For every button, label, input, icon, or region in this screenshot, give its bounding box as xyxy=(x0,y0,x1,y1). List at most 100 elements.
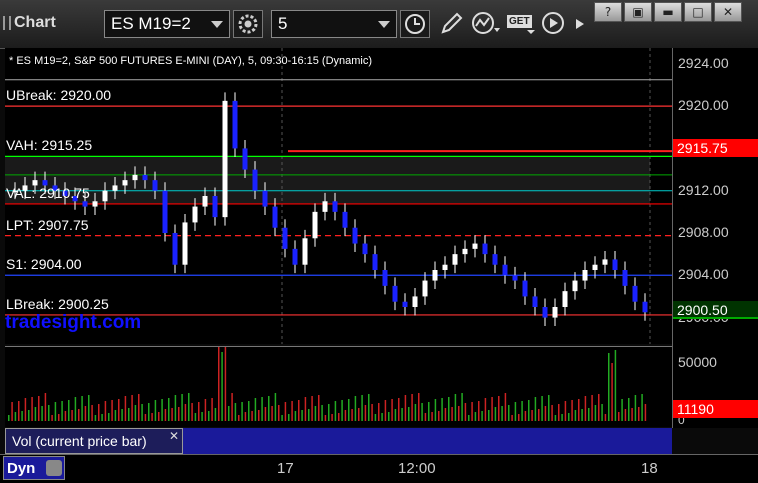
volume-bar xyxy=(21,411,23,421)
volume-bar xyxy=(354,396,357,421)
settings-button[interactable] xyxy=(233,10,263,38)
maximize-button[interactable]: □ xyxy=(684,2,712,22)
volume-bar xyxy=(188,393,190,421)
volume-bar xyxy=(584,396,587,421)
volume-bar xyxy=(464,403,467,421)
volume-bar xyxy=(138,394,140,421)
get-icon: GET xyxy=(507,15,532,28)
get-data-button[interactable]: GET xyxy=(505,10,537,38)
dynamic-button[interactable]: Dyn xyxy=(3,456,65,480)
candle-body xyxy=(452,254,458,265)
volume-bar xyxy=(324,415,327,421)
close-icon: ✕ xyxy=(722,5,734,19)
volume-bar xyxy=(438,411,440,421)
minimize-button[interactable]: ▬ xyxy=(654,2,682,22)
volume-bar xyxy=(44,393,47,421)
volume-bar xyxy=(184,404,187,421)
volume-bar xyxy=(471,402,473,421)
volume-bar xyxy=(468,415,470,421)
volume-bar xyxy=(558,404,560,421)
volume-bar xyxy=(74,397,77,421)
symbol-dropdown[interactable]: ES M19=2 xyxy=(104,10,230,38)
close-button[interactable]: ✕ xyxy=(714,2,742,22)
volume-bar xyxy=(174,395,177,421)
volume-bar xyxy=(484,398,487,421)
volume-bar xyxy=(311,396,313,421)
volume-bar xyxy=(418,393,420,421)
time-label: 12:00 xyxy=(398,460,436,477)
time-button[interactable] xyxy=(400,10,430,38)
volume-bar xyxy=(114,410,117,421)
candle-body xyxy=(472,243,478,249)
volume-bar xyxy=(388,412,390,421)
volume-bar xyxy=(488,410,490,421)
volume-bar xyxy=(288,414,290,421)
volume-bar xyxy=(241,402,243,421)
candle-body xyxy=(162,190,168,233)
volume-bar xyxy=(141,404,143,421)
chevron-down-icon xyxy=(378,21,390,28)
candle-body xyxy=(642,301,648,313)
chevron-down-icon xyxy=(527,30,535,34)
volume-bar xyxy=(524,411,527,421)
volume-bar xyxy=(31,397,33,421)
volume-plot[interactable] xyxy=(5,346,672,427)
close-icon[interactable]: ✕ xyxy=(169,429,179,443)
candle-body xyxy=(432,270,438,281)
candle-body xyxy=(382,270,388,286)
volume-bar xyxy=(421,403,423,421)
volume-bar xyxy=(221,352,223,421)
volume-bar xyxy=(284,402,287,421)
volume-bar xyxy=(258,410,260,421)
volume-bar xyxy=(134,405,137,421)
volume-panel-label: Vol (current price bar) xyxy=(12,433,147,449)
candle-body xyxy=(302,238,308,265)
candle-body xyxy=(622,270,628,286)
grip-icon[interactable] xyxy=(3,16,11,30)
volume-panel-tab[interactable]: Vol (current price bar) ✕ xyxy=(5,428,183,454)
candle-body xyxy=(92,201,98,207)
volume-bar xyxy=(351,409,353,421)
candle-body xyxy=(102,190,108,202)
indicator-button[interactable] xyxy=(470,10,500,38)
volume-bar xyxy=(91,405,93,421)
volume-bar xyxy=(521,401,523,421)
volume-bar xyxy=(321,405,323,421)
volume-bar xyxy=(424,413,427,421)
volume-bar xyxy=(564,401,567,421)
volume-bar xyxy=(18,401,20,421)
volume-tag: 11190 xyxy=(673,400,758,418)
volume-bar xyxy=(238,415,240,421)
help-button[interactable]: ? xyxy=(594,2,622,22)
volume-bar xyxy=(58,414,60,421)
volume-bar xyxy=(251,411,253,421)
volume-bar xyxy=(548,395,550,421)
draw-button[interactable] xyxy=(437,10,467,38)
pencil-icon xyxy=(441,12,463,34)
candle-body xyxy=(552,307,558,318)
play-button[interactable] xyxy=(540,10,570,38)
candle-body xyxy=(362,243,368,255)
volume-bar xyxy=(411,394,413,421)
candle-body xyxy=(222,100,228,218)
price-tick-label: 2912.00 xyxy=(678,181,729,198)
volume-bar xyxy=(131,395,133,421)
restore-icon: ▣ xyxy=(632,5,644,19)
volume-bar xyxy=(84,406,87,421)
volume-bar xyxy=(41,406,43,421)
volume-bar xyxy=(378,403,380,421)
restore-button[interactable]: ▣ xyxy=(624,2,652,22)
candle-body xyxy=(392,285,398,302)
volume-bar xyxy=(154,400,157,421)
dynamic-label: Dyn xyxy=(7,460,36,477)
volume-bar xyxy=(604,414,607,421)
interval-dropdown[interactable]: 5 xyxy=(271,10,397,38)
maximize-icon: □ xyxy=(692,5,704,19)
candle-body xyxy=(152,180,158,191)
volume-bar xyxy=(511,415,513,421)
candle-body xyxy=(442,264,448,270)
candle-body xyxy=(172,233,178,265)
candle-body xyxy=(212,196,218,218)
volume-bar xyxy=(171,408,173,421)
volume-bar xyxy=(274,393,277,421)
